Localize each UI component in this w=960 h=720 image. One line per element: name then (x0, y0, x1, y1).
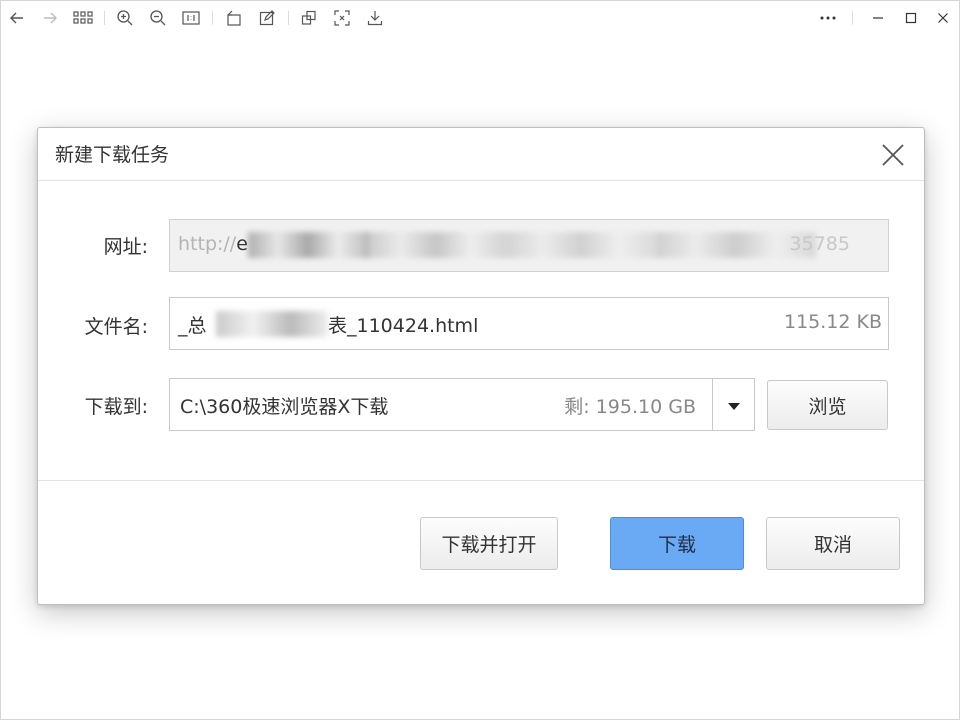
url-field: http://e 35785 (169, 219, 889, 272)
toolbar-divider (104, 11, 105, 25)
viewer-toolbar (1, 1, 959, 35)
actual-size-icon[interactable] (180, 7, 202, 29)
url-redaction (506, 232, 656, 258)
dialog-close-icon[interactable] (880, 142, 906, 168)
edit-icon[interactable] (256, 7, 278, 29)
path-dropdown-button[interactable] (712, 379, 754, 430)
destination-label: 下载到: (84, 396, 148, 418)
toolbar-divider (288, 11, 289, 25)
filename-prefix: _总 (178, 315, 207, 337)
filename-suffix: 表_110424.html (328, 315, 479, 337)
file-size: 115.12 KB (783, 311, 882, 333)
url-prefix: http://e (178, 233, 248, 255)
url-tail: 35785 (789, 233, 850, 255)
more-icon[interactable] (817, 7, 839, 29)
download-button[interactable]: 下载 (610, 517, 744, 570)
dialog-divider (38, 480, 924, 481)
toolbar-divider (212, 11, 213, 25)
maximize-icon[interactable] (900, 7, 922, 29)
zoom-out-icon[interactable] (147, 7, 169, 29)
filename-label: 文件名: (84, 316, 148, 338)
dialog-divider (38, 180, 924, 181)
url-redaction (366, 232, 506, 258)
free-space: 剩: 195.10 GB (564, 396, 696, 418)
forward-arrow-icon[interactable] (39, 7, 61, 29)
destination-path-select[interactable]: C:\360极速浏览器X下载 剩: 195.10 GB (169, 378, 755, 431)
filename-input[interactable]: _总 表_110424.html 115.12 KB (169, 297, 889, 350)
back-arrow-icon[interactable] (6, 7, 28, 29)
filename-redaction (216, 311, 328, 337)
download-and-open-button[interactable]: 下载并打开 (420, 517, 558, 570)
destination-path: C:\360极速浏览器X下载 (180, 396, 389, 418)
crop-icon[interactable] (298, 7, 320, 29)
rotate-icon[interactable] (223, 7, 245, 29)
chevron-down-icon (727, 394, 740, 416)
minimize-icon[interactable] (867, 7, 889, 29)
grid-icon[interactable] (72, 7, 94, 29)
download-icon[interactable] (364, 7, 386, 29)
toolbar-divider (852, 11, 853, 25)
dialog-title: 新建下载任务 (55, 144, 170, 166)
image-viewer-window: 新建下载任务 网址: http://e 35785 文件名: _总 表_1104… (0, 0, 960, 720)
new-download-dialog: 新建下载任务 网址: http://e 35785 文件名: _总 表_1104… (37, 127, 925, 605)
zoom-in-icon[interactable] (114, 7, 136, 29)
fullscreen-icon[interactable] (331, 7, 353, 29)
url-redaction (248, 232, 368, 258)
cancel-button[interactable]: 取消 (766, 517, 900, 570)
close-icon[interactable] (932, 7, 954, 29)
url-label: 网址: (103, 236, 148, 258)
browse-button[interactable]: 浏览 (767, 380, 888, 430)
